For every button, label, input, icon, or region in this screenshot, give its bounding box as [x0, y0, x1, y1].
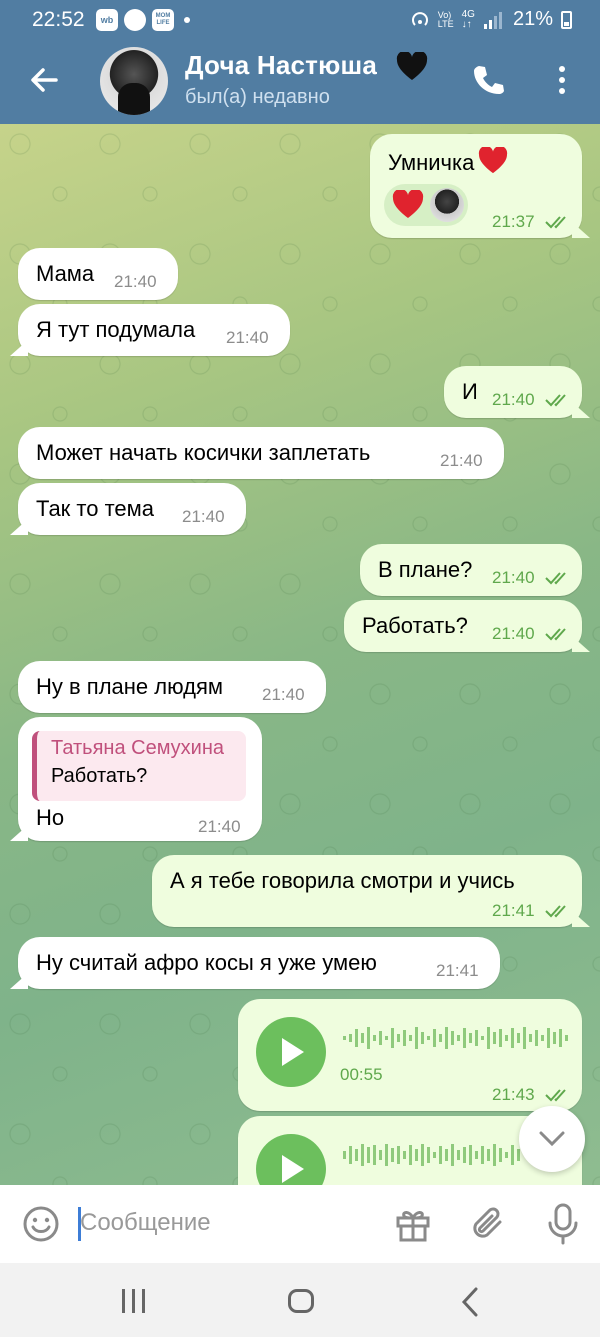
message-time: 21:40 — [226, 328, 269, 347]
message-out[interactable]: Работать? 21:40 — [344, 600, 590, 652]
phone-icon[interactable] — [470, 62, 506, 98]
double-check-icon — [545, 905, 566, 918]
scroll-down-button[interactable] — [519, 1106, 585, 1172]
message-out[interactable]: В плане? 21:40 — [360, 544, 582, 596]
status-right: Vo) LTE 4G ↓↑ 21% — [410, 8, 572, 31]
message-time: 21:40 — [492, 390, 535, 409]
chevron-down-icon — [539, 1131, 565, 1147]
double-check-icon — [545, 572, 566, 585]
message-input-bar — [0, 1185, 600, 1263]
message-time: 21:40 — [198, 817, 241, 836]
battery-percent: 21% — [512, 8, 553, 30]
message-in[interactable]: Ну считай афро косы я уже умею 21:41 — [10, 937, 500, 989]
message-time: 21:40 — [440, 451, 483, 470]
gift-icon[interactable] — [394, 1205, 432, 1243]
reaction-avatar — [430, 188, 464, 222]
message-out[interactable]: И 21:40 — [444, 366, 590, 418]
double-check-icon — [545, 1089, 566, 1102]
microphone-icon[interactable] — [545, 1203, 581, 1245]
double-check-icon — [545, 394, 566, 407]
double-check-icon — [545, 216, 566, 229]
attach-paperclip-icon[interactable] — [470, 1205, 508, 1243]
message-out[interactable]: А я тебе говорила смотри и учись 21:41 — [152, 855, 590, 927]
black-heart-icon — [396, 52, 428, 80]
message-time: 21:40 — [262, 685, 305, 704]
signal-icon — [483, 11, 502, 29]
voice-duration: 00:55 — [340, 1065, 383, 1084]
quote-author: Татьяна Семухина — [51, 737, 225, 759]
message-time: 21:43 — [492, 1085, 535, 1104]
play-icon — [282, 1155, 304, 1183]
4g-icon: 4G ↓↑ — [461, 8, 475, 30]
reply-quote[interactable]: Татьяна Семухина Работать? — [32, 731, 246, 801]
play-button[interactable] — [256, 1134, 326, 1185]
message-text: Работать? — [362, 613, 468, 638]
message-text: Я тут подумала — [36, 317, 196, 342]
chat-header: Доча Настюша был(а) недавно — [0, 40, 600, 124]
message-text: Ну в плане людям — [36, 674, 224, 699]
wb-app-icon: wb — [96, 9, 118, 31]
message-time: 21:40 — [182, 507, 225, 526]
network-icon: Vo) LTE — [437, 9, 454, 29]
red-heart-icon — [392, 190, 424, 218]
status-bar: 22:52 wb MOM LIFE Vo) LTE 4G ↓↑ 21% — [0, 0, 600, 40]
message-in-reply[interactable]: Татьяна Семухина Работать? Но 21:40 — [10, 717, 262, 841]
message-text: И — [462, 379, 478, 404]
contact-status: был(а) недавно — [185, 86, 330, 108]
message-text: Может начать косички заплетать — [36, 440, 371, 465]
message-time: 21:40 — [114, 272, 157, 291]
message-input[interactable] — [80, 1209, 370, 1237]
message-text: Но — [36, 805, 65, 830]
message-in[interactable]: Так то тема 21:40 — [10, 483, 246, 535]
status-time: 22:52 — [32, 8, 85, 31]
recent-apps-icon[interactable] — [120, 1289, 148, 1313]
message-in[interactable]: Я тут подумала 21:40 — [10, 304, 290, 356]
play-button[interactable] — [256, 1017, 326, 1087]
message-time: 21:40 — [492, 568, 535, 587]
message-time: 21:41 — [492, 901, 535, 920]
message-text: Мама — [36, 261, 95, 286]
voice-message[interactable]: 00:55 21:43 — [238, 999, 582, 1111]
red-heart-icon — [479, 147, 508, 174]
message-text: Так то тема — [36, 496, 155, 521]
contact-avatar[interactable] — [100, 47, 168, 115]
message-out[interactable]: Умничка 21:37 — [370, 134, 590, 238]
hotspot-icon — [411, 11, 428, 26]
message-in[interactable]: Может начать косички заплетать 21:40 — [18, 427, 504, 479]
message-time: 21:41 — [436, 961, 479, 980]
battery-icon — [561, 10, 572, 29]
chat-area[interactable]: Умничка 21:37 Мама 21:40 Я тут подумала … — [0, 124, 600, 1185]
message-text: Умничка — [388, 147, 508, 176]
quote-text: Работать? — [51, 765, 148, 787]
emoji-icon[interactable] — [22, 1205, 60, 1243]
message-time: 21:40 — [492, 624, 535, 643]
home-button[interactable] — [288, 1289, 314, 1313]
momlife-app-icon: MOM LIFE — [152, 9, 174, 31]
message-text: Ну считай афро косы я уже умею — [36, 950, 377, 975]
play-icon — [282, 1038, 304, 1066]
notification-dot-icon — [184, 17, 190, 23]
back-arrow-icon[interactable] — [26, 62, 62, 98]
max-app-icon — [124, 9, 146, 31]
message-time: 21:37 — [492, 212, 535, 231]
double-check-icon — [545, 628, 566, 641]
message-in[interactable]: Ну в плане людям 21:40 — [18, 661, 326, 713]
more-vert-icon[interactable] — [550, 62, 574, 98]
status-app-icons: wb MOM LIFE — [96, 9, 190, 31]
system-nav-bar — [0, 1263, 600, 1337]
message-text: В плане? — [378, 557, 473, 582]
reaction-chip[interactable] — [384, 184, 468, 226]
message-in[interactable]: Мама 21:40 — [18, 248, 178, 300]
message-text: А я тебе говорила смотри и учись — [170, 868, 515, 893]
back-icon[interactable] — [460, 1287, 480, 1317]
contact-name[interactable]: Доча Настюша — [185, 50, 377, 81]
voice-waveform[interactable] — [343, 1025, 568, 1051]
